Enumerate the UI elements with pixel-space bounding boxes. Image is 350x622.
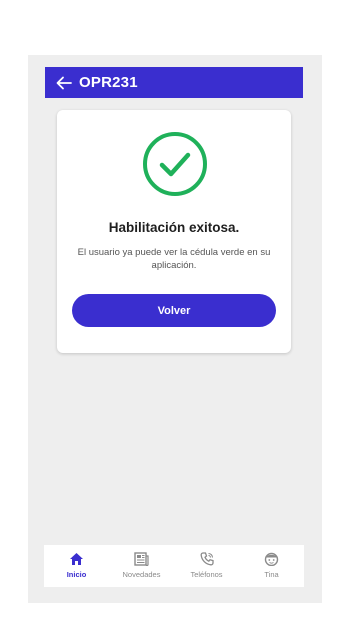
success-card: Habilitación exitosa. El usuario ya pued… xyxy=(57,110,291,353)
app-bar: OPR231 xyxy=(45,67,303,98)
success-title: Habilitación exitosa. xyxy=(108,220,240,235)
avatar-icon xyxy=(264,551,280,567)
nav-item-inicio[interactable]: Inicio xyxy=(44,545,109,587)
bottom-nav: Inicio Novedades Teléfonos Tina xyxy=(44,545,304,587)
back-primary-button[interactable]: Volver xyxy=(72,294,276,327)
app-screen: OPR231 Habilitación exitosa. El usuario … xyxy=(28,55,322,603)
success-message: El usuario ya puede ver la cédula verde … xyxy=(77,247,271,271)
phone-icon xyxy=(199,551,215,567)
newspaper-icon xyxy=(134,551,150,567)
page-title: OPR231 xyxy=(79,74,138,91)
arrow-left-icon xyxy=(56,76,72,89)
nav-label: Teléfonos xyxy=(190,570,223,579)
nav-label: Inicio xyxy=(66,570,87,579)
nav-item-tina[interactable]: Tina xyxy=(239,545,304,587)
home-icon xyxy=(69,551,85,567)
nav-label: Novedades xyxy=(122,570,161,579)
check-circle-icon xyxy=(142,131,208,197)
nav-item-telefonos[interactable]: Teléfonos xyxy=(174,545,239,587)
nav-item-novedades[interactable]: Novedades xyxy=(109,545,174,587)
nav-label: Tina xyxy=(264,570,279,579)
back-button[interactable] xyxy=(53,72,75,94)
